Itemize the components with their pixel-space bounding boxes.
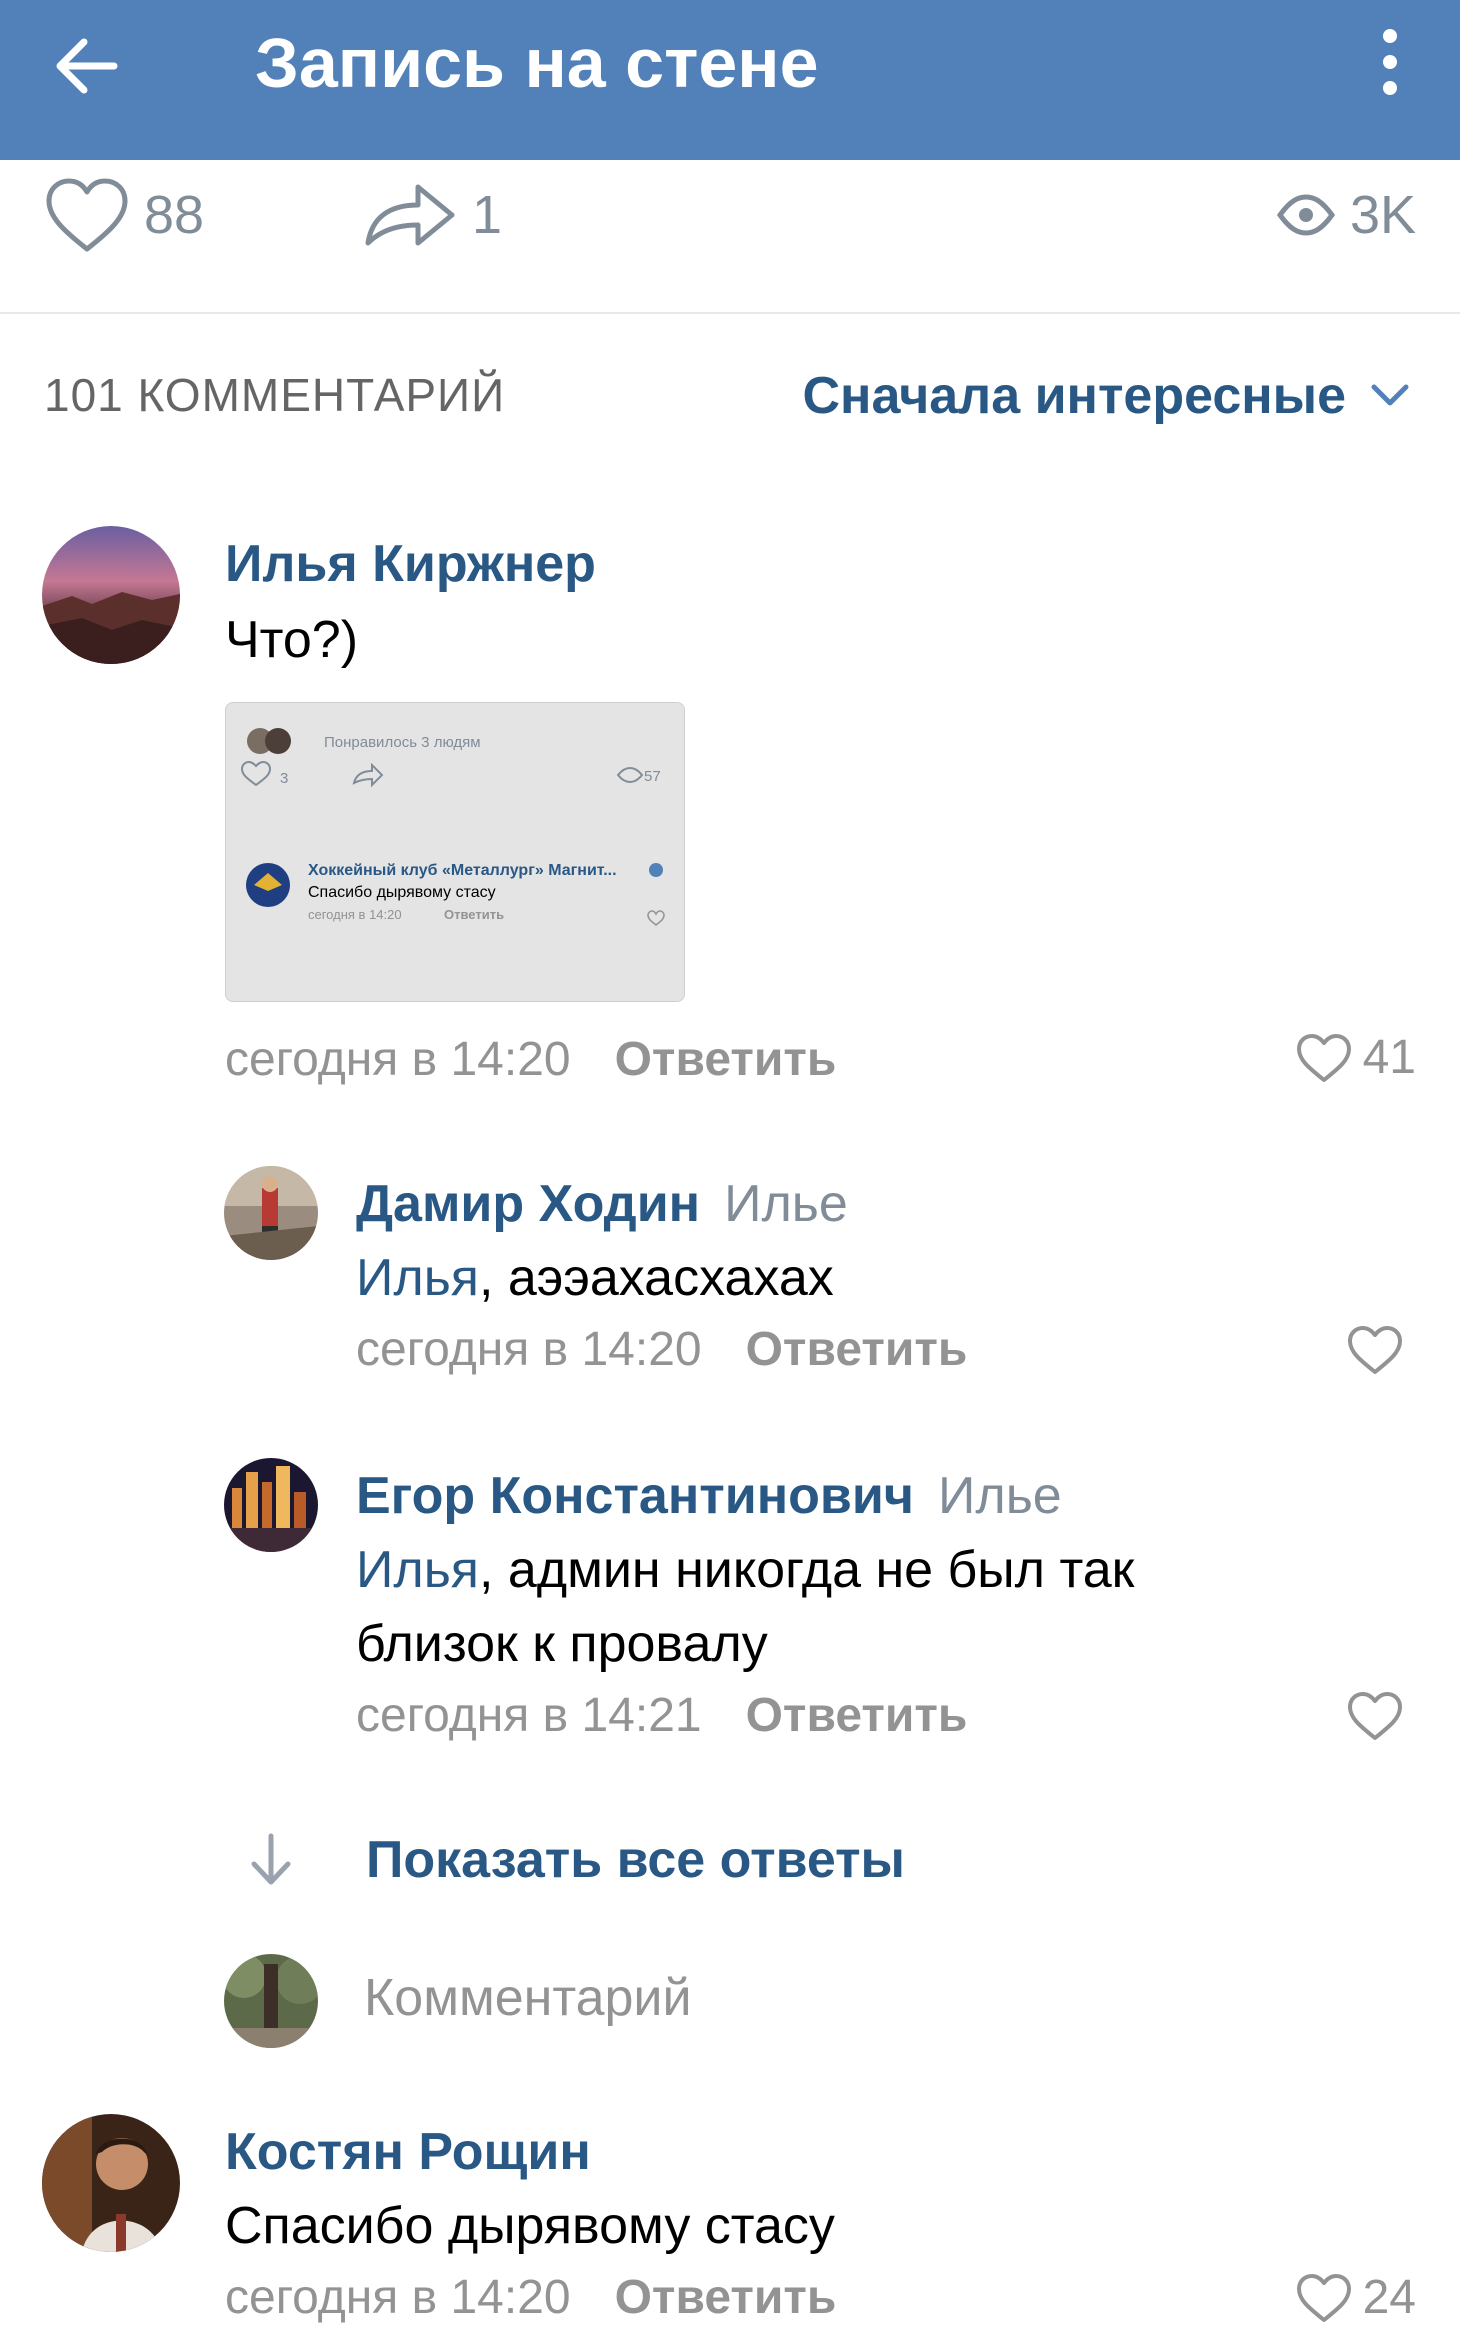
- share-icon: [365, 184, 455, 246]
- app-header: Запись на стене: [0, 0, 1460, 160]
- heart-icon: [1348, 1326, 1402, 1374]
- attachment-views: 57: [644, 768, 661, 785]
- sort-label: Сначала интересные: [802, 367, 1346, 425]
- comment-author[interactable]: Дамир Ходин Илье: [356, 1174, 848, 1234]
- post-views-count: 3K: [1349, 185, 1416, 245]
- comment-meta: сегодня в 14:20 Ответить: [225, 2270, 836, 2325]
- post-like-count: 88: [144, 185, 205, 245]
- page-title: Запись на стене: [255, 24, 819, 102]
- comment-author[interactable]: Илья Киржнер: [225, 534, 596, 594]
- comment-like-button[interactable]: 41: [1295, 1030, 1416, 1085]
- attachment-text: Спасибо дырявому стасу: [308, 884, 496, 901]
- avatar[interactable]: [42, 2114, 180, 2252]
- post-share-button[interactable]: 1: [362, 170, 502, 260]
- reply-button[interactable]: Ответить: [615, 1033, 837, 1086]
- avatar[interactable]: [42, 526, 180, 664]
- comments-header: 101 КОММЕНТАРИЙ Сначала интересные: [0, 358, 1460, 438]
- mention-link[interactable]: Илья: [356, 1541, 479, 1599]
- comment-input[interactable]: Комментарий: [364, 1968, 692, 2028]
- post-stats-bar: 88 1 3K: [0, 160, 1460, 314]
- avatar[interactable]: [224, 1166, 318, 1260]
- comment-like-button[interactable]: [1346, 1324, 1414, 1376]
- post-share-count: 1: [472, 185, 503, 245]
- post-views: 3K: [1276, 170, 1416, 260]
- attachment-reply: Ответить: [444, 907, 504, 922]
- comment-meta: сегодня в 14:20 Ответить: [225, 1032, 836, 1087]
- comment-author[interactable]: Костян Рощин: [225, 2122, 591, 2182]
- comment-meta: сегодня в 14:20 Ответить: [356, 1322, 967, 1377]
- comment-text-line2: близок к провалу: [356, 1615, 768, 1673]
- comment-time: сегодня в 14:20: [225, 2271, 571, 2324]
- reply-to: Илье: [724, 1175, 848, 1233]
- author-name[interactable]: Илья Киржнер: [225, 535, 596, 593]
- comment-time: сегодня в 14:20: [356, 1323, 702, 1376]
- eye-icon: [1276, 194, 1336, 236]
- heart-icon: [1296, 2273, 1351, 2322]
- avatar: [224, 1954, 318, 2048]
- author-name[interactable]: Дамир Ходин: [356, 1175, 700, 1233]
- author-name[interactable]: Егор Константинович: [356, 1467, 914, 1525]
- mention-link[interactable]: Илья: [356, 1249, 479, 1307]
- comment-meta: сегодня в 14:21 Ответить: [356, 1688, 967, 1743]
- show-all-label: Показать все ответы: [366, 1831, 905, 1889]
- heart-icon: [1348, 1692, 1402, 1740]
- comment-like-count: 41: [1362, 1031, 1416, 1084]
- comment-body: , аээахасхахах: [478, 1249, 834, 1307]
- post-like-button[interactable]: 88: [44, 170, 204, 260]
- comment-like-button[interactable]: 24: [1295, 2270, 1416, 2325]
- author-name[interactable]: Костян Рощин: [225, 2123, 591, 2181]
- comment-attachment-image[interactable]: Понравилось 3 людям 3 57 Хоккейный клуб …: [225, 702, 685, 1002]
- more-vertical-icon[interactable]: [1370, 22, 1410, 102]
- comments-count: 101 КОММЕНТАРИЙ: [44, 369, 506, 421]
- attachment-club: Хоккейный клуб «Металлург» Магнит...: [308, 862, 617, 879]
- show-all-replies-button[interactable]: Показать все ответы: [246, 1830, 905, 1890]
- comment-author[interactable]: Егор Константинович Илье: [356, 1466, 1062, 1526]
- comment-like-count: 24: [1362, 2271, 1416, 2324]
- arrow-down-icon: [251, 1833, 291, 1885]
- arrow-left-icon[interactable]: [48, 26, 128, 106]
- sort-dropdown[interactable]: Сначала интересные: [802, 366, 1410, 426]
- comment-text: Илья, админ никогда не был так: [356, 1532, 1134, 1608]
- comment-text: Что?): [225, 611, 359, 669]
- comment-time: сегодня в 14:21: [356, 1689, 702, 1742]
- heart-icon: [46, 178, 128, 252]
- attachment-liked-by: Понравилось 3 людям: [324, 734, 481, 751]
- comment-time: сегодня в 14:20: [225, 1033, 571, 1086]
- reply-button[interactable]: Ответить: [746, 1323, 968, 1376]
- attachment-likes: 3: [280, 770, 288, 787]
- comment-text: Спасибо дырявому стасу: [225, 2197, 835, 2255]
- chevron-down-icon: [1371, 384, 1409, 406]
- comment-like-button[interactable]: [1346, 1690, 1414, 1742]
- attachment-time: сегодня в 14:20: [308, 907, 402, 922]
- avatar[interactable]: [224, 1458, 318, 1552]
- reply-to: Илье: [937, 1467, 1062, 1525]
- reply-button[interactable]: Ответить: [746, 1689, 968, 1742]
- reply-button[interactable]: Ответить: [615, 2271, 837, 2324]
- heart-icon: [1296, 1033, 1351, 1082]
- comment-text: Илья, аээахасхахах: [356, 1240, 834, 1316]
- comment-body: , админ никогда не был так: [478, 1541, 1135, 1599]
